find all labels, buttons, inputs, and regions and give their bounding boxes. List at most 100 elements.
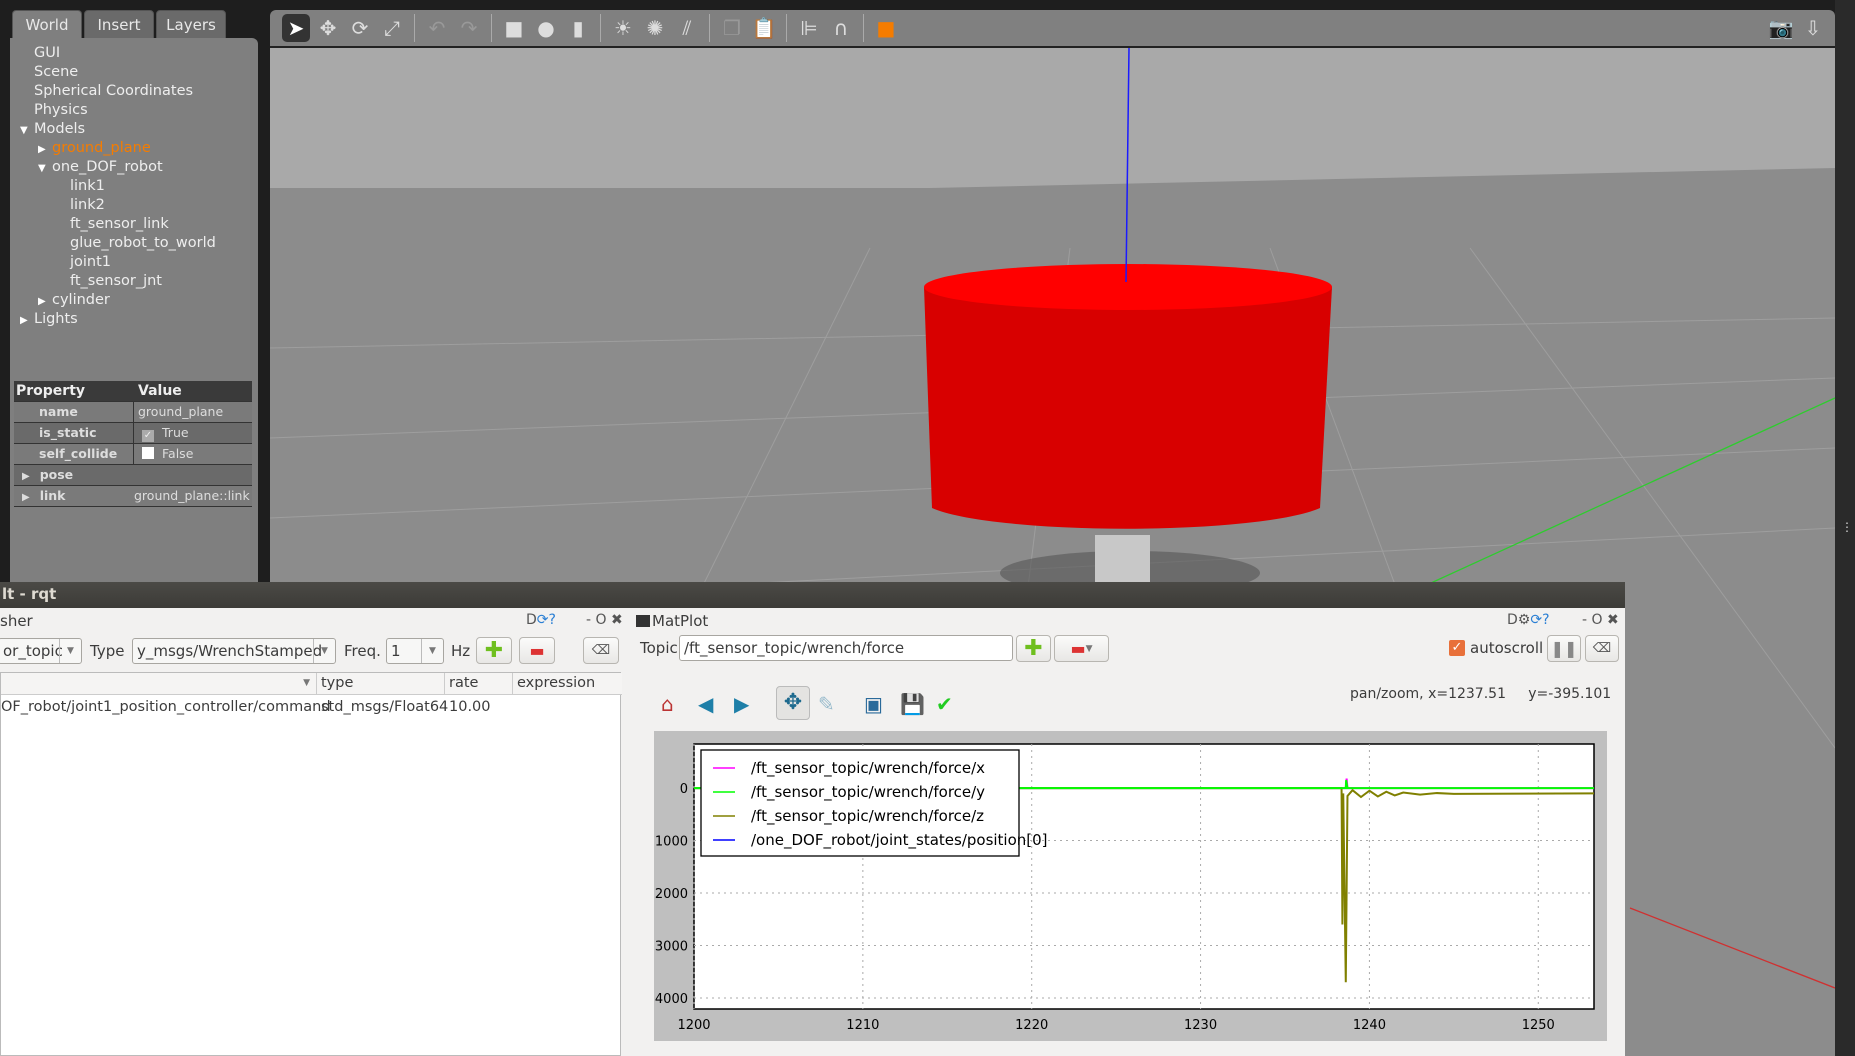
tab-insert[interactable]: Insert [84, 10, 154, 39]
collapsed-arrow-icon[interactable]: ▶ [38, 292, 52, 311]
translate-icon[interactable]: ✥ [314, 14, 342, 42]
matplot-help-icons[interactable]: D⚙⟳? [1507, 612, 1550, 628]
tree-item[interactable]: Scene [10, 63, 216, 82]
tree-item-label: glue_robot_to_world [70, 235, 216, 251]
property-name: link [39, 488, 66, 503]
tree-item[interactable]: ▶ Lights [10, 310, 216, 329]
spot-light-icon[interactable]: ✺ [641, 14, 669, 42]
property-row[interactable]: self_collide False [14, 444, 252, 465]
property-row[interactable]: ▶ pose [14, 465, 252, 486]
tree-item[interactable]: ft_sensor_link [10, 215, 216, 234]
tree-item[interactable]: ▶ ground_plane [10, 139, 216, 158]
tree-item[interactable]: Spherical Coordinates [10, 82, 216, 101]
tree-item[interactable]: GUI [10, 44, 216, 63]
expanded-arrow-icon[interactable]: ▼ [38, 159, 52, 178]
collapsed-arrow-icon[interactable]: ▶ [20, 311, 34, 330]
forward-icon[interactable]: ▶ [734, 692, 749, 716]
freq-combo[interactable]: 1 ▼ [386, 638, 444, 664]
topic-combo[interactable]: or_topic ▼ [0, 638, 82, 664]
scale-icon[interactable]: ⤢ [378, 14, 406, 42]
align-icon[interactable]: ⊫ [795, 14, 823, 42]
back-icon[interactable]: ◀ [698, 692, 713, 716]
chevron-down-icon: ▼ [59, 639, 81, 663]
expanded-arrow-icon[interactable]: ▼ [20, 121, 34, 140]
tab-layers[interactable]: Layers [156, 10, 226, 39]
edit-curves-icon[interactable]: ✔ [936, 692, 953, 716]
x-tick-label: 1250 [1522, 1018, 1555, 1033]
directional-light-icon[interactable]: ⫽ [673, 14, 701, 42]
autoscroll-checkbox[interactable]: ✓ [1449, 640, 1465, 656]
chevron-down-icon: ▼ [421, 639, 443, 663]
remove-topic-button[interactable]: ▬ ▼ [1054, 635, 1109, 662]
tree-item[interactable]: ▼ one_DOF_robot [10, 158, 216, 177]
paste-icon[interactable]: 📋 [750, 14, 778, 42]
legend-label: /ft_sensor_topic/wrench/force/x [751, 759, 985, 778]
topic-input[interactable]: /ft_sensor_topic/wrench/force [679, 635, 1013, 661]
tree-item[interactable]: ▼ Models [10, 120, 216, 139]
add-topic-button[interactable]: ✚ [1016, 635, 1051, 662]
log-icon[interactable]: ⇩ [1799, 14, 1827, 42]
property-header: Property [16, 383, 86, 399]
property-value: False [162, 446, 194, 461]
col-expression[interactable]: expression [513, 673, 621, 695]
type-label: Type [90, 642, 125, 660]
table-row[interactable]: OF_robot/joint1_position_controller/comm… [1, 697, 621, 719]
tab-world[interactable]: World [12, 10, 82, 39]
tree-item-label: Lights [34, 311, 78, 327]
type-combo[interactable]: y_msgs/WrenchStamped ▼ [132, 638, 336, 664]
copy-icon[interactable]: ❐ [718, 14, 746, 42]
property-name: self_collide [39, 446, 118, 461]
view-angle-icon[interactable]: ■ [872, 14, 900, 42]
force-chart[interactable]: 1200 1210 1220 1230 1240 1250 0 1000 2000 3000 400… [654, 731, 1607, 1041]
clear-plot-button[interactable]: ⌫ [1585, 635, 1619, 662]
tree-item-label: link2 [70, 197, 105, 213]
tree-item[interactable]: joint1 [10, 253, 216, 272]
plot-canvas[interactable]: 1200 1210 1220 1230 1240 1250 0 1000 2000 3000 400… [654, 731, 1607, 1041]
tree-item[interactable]: Physics [10, 101, 216, 120]
checkbox[interactable] [142, 447, 154, 459]
undo-icon[interactable]: ↶ [423, 14, 451, 42]
right-panel-handle[interactable]: ⋮ [1835, 0, 1855, 1056]
property-row[interactable]: name ground_plane [14, 402, 252, 423]
home-icon[interactable]: ⌂ [661, 692, 674, 716]
sphere-icon[interactable]: ● [532, 14, 560, 42]
save-icon[interactable]: 💾 [900, 692, 925, 716]
property-row[interactable]: is_static ✓ True [14, 423, 252, 444]
box-icon[interactable]: ■ [500, 14, 528, 42]
point-light-icon[interactable]: ☀ [609, 14, 637, 42]
x-tick-label: 1200 [677, 1018, 710, 1033]
rotate-icon[interactable]: ⟳ [346, 14, 374, 42]
redo-icon[interactable]: ↷ [455, 14, 483, 42]
col-topic[interactable]: ▼ [1, 673, 317, 695]
remove-publisher-button[interactable]: ▬ [519, 637, 555, 664]
subplots-icon[interactable]: ▣ [864, 692, 883, 716]
checkbox[interactable]: ✓ [142, 430, 154, 442]
collapsed-arrow-icon[interactable]: ▶ [22, 471, 30, 482]
col-type[interactable]: type [317, 673, 445, 695]
pane-help-icons[interactable]: D⟳? [526, 612, 556, 628]
select-arrow-icon[interactable]: ➤ [282, 14, 310, 42]
pane-window-controls[interactable]: - O ✖ [586, 612, 623, 628]
clear-button[interactable]: ⌫ [583, 637, 619, 664]
magnet-icon[interactable]: ∩ [827, 14, 855, 42]
property-table: Property Value name ground_plane is_static ✓ T… [14, 381, 252, 507]
zoom-rect-icon[interactable]: ✎ [818, 692, 835, 716]
cylinder-icon[interactable]: ▮ [564, 14, 592, 42]
tree-item-label: link1 [70, 178, 105, 194]
screenshot-icon[interactable]: 📷 [1767, 14, 1795, 42]
tree-item[interactable]: link2 [10, 196, 216, 215]
col-rate[interactable]: rate [445, 673, 513, 695]
matplot-window-controls[interactable]: - O ✖ [1582, 612, 1619, 628]
collapsed-arrow-icon[interactable]: ▶ [38, 140, 52, 159]
tree-item[interactable]: ▶ cylinder [10, 291, 216, 310]
property-row[interactable]: ▶ link ground_plane::link [14, 486, 252, 507]
tree-item[interactable]: link1 [10, 177, 216, 196]
tree-item[interactable]: ft_sensor_jnt [10, 272, 216, 291]
collapsed-arrow-icon[interactable]: ▶ [22, 492, 30, 503]
pan-zoom-icon[interactable]: ✥ [776, 686, 810, 720]
tree-item[interactable]: glue_robot_to_world [10, 234, 216, 253]
window-title: lt - rqt [0, 582, 1625, 608]
pause-button[interactable]: ❚❚ [1547, 635, 1581, 662]
autoscroll-label: autoscroll [1470, 639, 1544, 657]
add-publisher-button[interactable]: ✚ [476, 637, 512, 664]
